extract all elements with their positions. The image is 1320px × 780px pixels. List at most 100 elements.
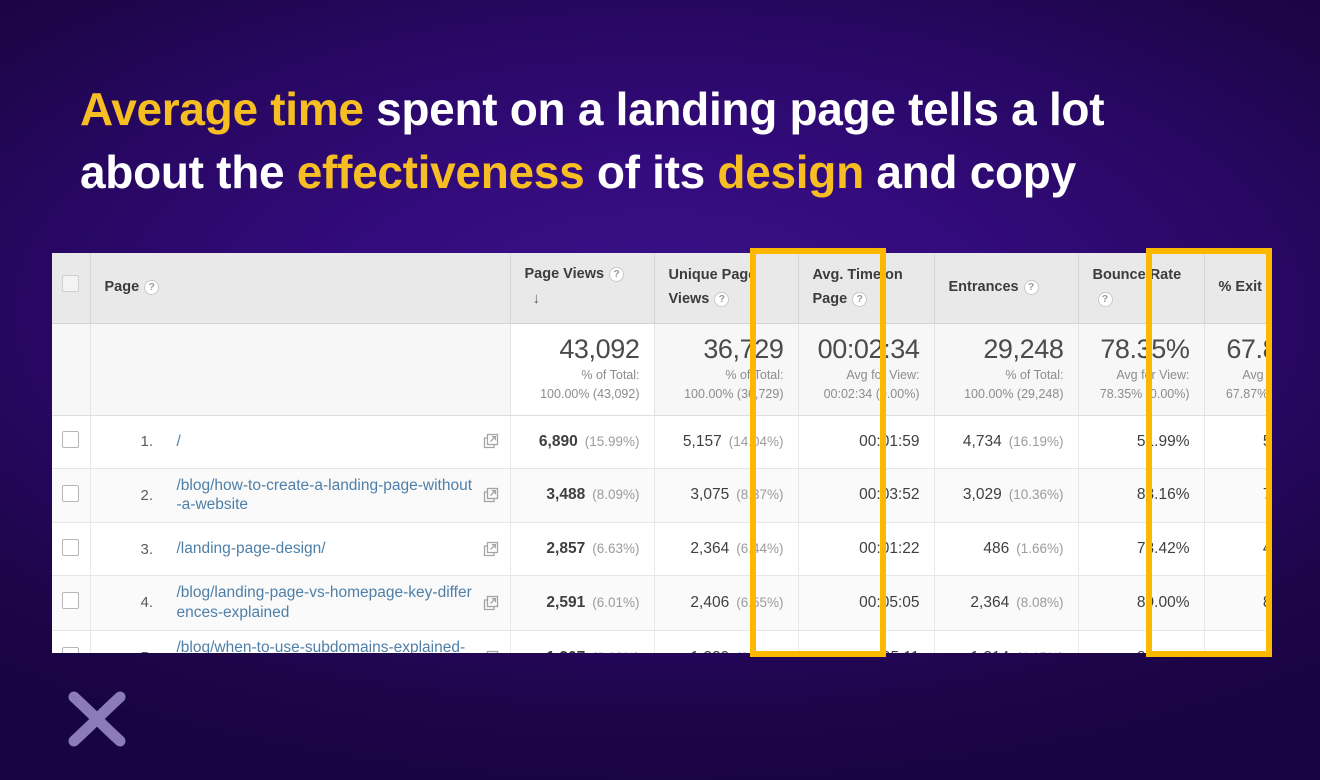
row-checkbox[interactable]	[62, 647, 80, 653]
help-icon[interactable]: ?	[1267, 279, 1270, 295]
exit-pct-value: 87.23%	[1262, 593, 1270, 611]
cell-bounce-rate: 51.99%	[1078, 415, 1205, 469]
column-header-page[interactable]: Page?	[90, 253, 511, 324]
cell-exit-pct: 49.46%	[1204, 522, 1270, 577]
cell-page-views: 6,890 (15.99%)	[510, 415, 655, 469]
cell-unique-page-views: 3,075 (8.37%)	[654, 468, 799, 524]
select-all-header[interactable]	[52, 253, 91, 324]
column-header-avg-time-on-page[interactable]: Avg. Time on Page?	[798, 253, 935, 324]
row-select-cell[interactable]	[52, 522, 91, 577]
cell-entrances: 4,734 (16.19%)	[934, 415, 1079, 469]
cell-page: 5./blog/when-to-use-subdomains-explained…	[90, 630, 511, 653]
page-title: Average time spent on a landing page tel…	[80, 78, 1240, 205]
column-header-bounce-rate[interactable]: Bounce Rate?	[1078, 253, 1205, 324]
page-views-value: 2,591	[546, 593, 586, 611]
unique-page-views-value: 3,075	[690, 486, 730, 504]
unique-page-views-pct: (3.35%)	[736, 650, 783, 653]
row-select-cell[interactable]	[52, 630, 91, 653]
page-path-link[interactable]: /blog/how-to-create-a-landing-page-witho…	[143, 476, 476, 516]
page-views-value: 1,307	[546, 649, 585, 653]
open-external-icon[interactable]	[482, 594, 500, 612]
cell-exit-pct: 79.82%	[1204, 468, 1270, 524]
page-views-pct: (8.09%)	[592, 487, 640, 503]
summary-avg-time-detail: 00:02:34 (0.00%)	[823, 387, 920, 402]
column-header-page-views[interactable]: Page Views ? ↓	[510, 253, 655, 324]
cell-unique-page-views: 2,406 (6.55%)	[654, 575, 799, 631]
unique-page-views-value: 5,157	[682, 432, 722, 450]
row-checkbox[interactable]	[62, 592, 80, 610]
headline-accent-design: design	[717, 146, 864, 199]
summary-page-views-value: 43,092	[559, 334, 640, 365]
column-header-unique-page-views[interactable]: Unique Page Views?	[654, 253, 799, 324]
summary-page-views: 43,092 % of Total: 100.00% (43,092)	[510, 323, 655, 416]
entrances-pct: (8.08%)	[1016, 594, 1064, 610]
row-select-cell[interactable]	[52, 468, 91, 524]
help-icon[interactable]: ?	[1097, 291, 1113, 307]
column-header-entrances[interactable]: Entrances?	[934, 253, 1079, 324]
exit-pct-value: 86.38%	[1263, 649, 1270, 653]
analytics-table-screenshot: Page? Page Views ? ↓ Unique Page Views? Av…	[52, 253, 1270, 653]
summary-row: 43,092 % of Total: 100.00% (43,092) 36,7…	[52, 323, 1270, 416]
page-path-link[interactable]: /landing-page-design/	[143, 539, 476, 559]
row-checkbox[interactable]	[62, 538, 80, 556]
summary-checkbox-cell	[52, 323, 91, 416]
summary-entrances: 29,248 % of Total: 100.00% (29,248)	[934, 323, 1079, 416]
summary-unique-page-views-detail: 100.00% (36,729)	[684, 387, 784, 402]
exit-pct-value: 49.46%	[1262, 540, 1270, 558]
table-row: 5./blog/when-to-use-subdomains-explained…	[52, 630, 1270, 653]
cell-page: 3./landing-page-design/	[90, 522, 511, 577]
entrances-pct: (4.15%)	[1016, 650, 1063, 653]
row-checkbox[interactable]	[62, 431, 80, 448]
unique-page-views-value: 2,406	[690, 593, 730, 611]
bounce-rate-value: 73.42%	[1136, 540, 1190, 558]
row-select-cell[interactable]	[52, 415, 91, 469]
summary-page-views-detail: 100.00% (43,092)	[540, 387, 640, 402]
help-icon[interactable]: ?	[609, 267, 625, 283]
row-checkbox[interactable]	[62, 484, 80, 502]
cell-avg-time-on-page: 00:03:52	[798, 468, 935, 524]
page-views-pct: (15.99%)	[584, 433, 640, 449]
summary-bounce-rate-label: Avg for View:	[1116, 367, 1190, 382]
headline-line-2: about the effectiveness of its design an…	[80, 146, 1076, 198]
page-views-pct: (6.01%)	[592, 594, 640, 610]
headline-text-2: about the	[80, 146, 297, 199]
cell-bounce-rate: 89.00%	[1078, 575, 1205, 631]
summary-exit-pct-value: 67.87%	[1226, 334, 1270, 365]
cell-avg-time-on-page: 00:01:59	[798, 415, 935, 469]
x-logo	[66, 688, 128, 750]
entrances-value: 486	[983, 540, 1010, 558]
cell-page-views: 1,307 (3.03%)	[510, 630, 655, 653]
unique-page-views-value: 2,364	[690, 540, 730, 558]
row-select-cell[interactable]	[52, 575, 91, 631]
help-icon[interactable]: ?	[1023, 279, 1039, 295]
help-icon[interactable]: ?	[714, 291, 730, 307]
unique-page-views-pct: (6.44%)	[736, 541, 784, 557]
column-header-page-label: Page	[104, 278, 140, 295]
column-header-exit-pct[interactable]: % Exit?	[1204, 253, 1270, 324]
headline-text-3: of its	[584, 146, 718, 199]
page-path-link[interactable]: /blog/landing-page-vs-homepage-key-diffe…	[143, 583, 476, 623]
select-all-checkbox[interactable]	[62, 274, 80, 292]
sort-descending-icon[interactable]: ↓	[533, 287, 541, 312]
summary-bounce-rate: 78.35% Avg for View: 78.35% (0.00%)	[1078, 323, 1205, 416]
column-header-entrances-label: Entrances	[948, 278, 1019, 295]
open-external-icon[interactable]	[482, 432, 500, 450]
cell-exit-pct: 57.33%	[1204, 415, 1270, 469]
row-index: 2.	[140, 486, 154, 504]
table-header: Page? Page Views ? ↓ Unique Page Views? Av…	[52, 253, 1270, 324]
help-icon[interactable]: ?	[852, 291, 868, 307]
help-icon[interactable]: ?	[144, 279, 160, 295]
open-external-icon[interactable]	[482, 486, 500, 504]
page-path-link[interactable]: /blog/when-to-use-subdomains-explained-w…	[143, 638, 476, 653]
entrances-value: 2,364	[970, 593, 1010, 611]
unique-page-views-value: 1,229	[690, 649, 729, 653]
open-external-icon[interactable]	[482, 540, 500, 558]
page-path-link[interactable]: /	[143, 432, 476, 452]
cell-page: 4./blog/landing-page-vs-homepage-key-dif…	[90, 575, 511, 631]
cell-page-views: 2,591 (6.01%)	[510, 575, 655, 631]
open-external-icon[interactable]	[482, 649, 500, 653]
cell-entrances: 486 (1.66%)	[934, 522, 1079, 577]
table-row: 2./blog/how-to-create-a-landing-page-wit…	[52, 468, 1270, 524]
summary-bounce-rate-value: 78.35%	[1100, 334, 1190, 365]
avg-time-on-page-value: 00:05:11	[860, 649, 919, 653]
